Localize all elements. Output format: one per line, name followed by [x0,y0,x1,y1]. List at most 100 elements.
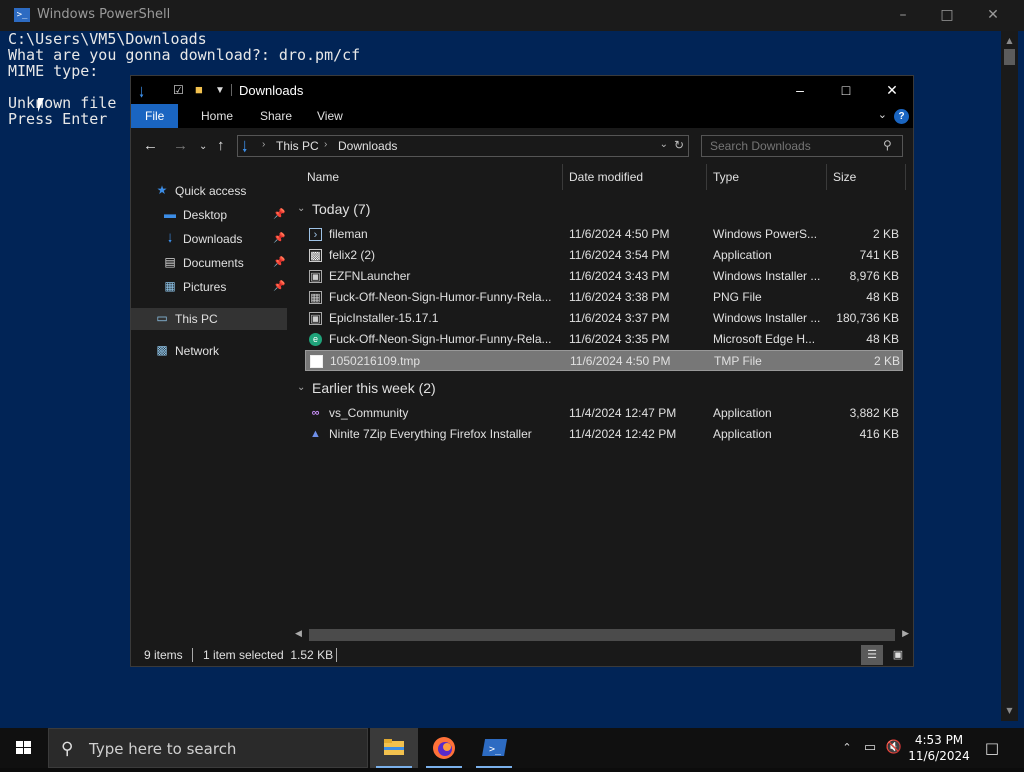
file-row[interactable]: ▣ EpicInstaller-15.17.1 11/6/2024 3:37 P… [305,308,903,329]
minimize-button[interactable]: – [880,0,926,31]
sidebar-item-quick-access[interactable]: ★ Quick access [131,180,287,202]
breadcrumb-separator-icon[interactable]: › [324,139,327,150]
breadcrumb-separator-icon[interactable]: › [262,139,265,150]
status-divider [336,648,337,662]
column-divider[interactable] [562,164,563,190]
folder-icon[interactable]: ■ [195,82,203,97]
pin-icon[interactable]: 📌 [273,228,285,250]
explorer-titlebar[interactable]: 🠓 ☑ ■ ▼ Downloads – □ ✕ [131,76,913,104]
console-line: C:\Users\VM5\Downloads [8,30,207,48]
sidebar-item-documents[interactable]: ▤ Documents 📌 [131,252,287,274]
horizontal-scrollbar[interactable]: ◀ ▶ [291,626,913,642]
sidebar-item-network[interactable]: ▩ Network [131,340,287,362]
file-list[interactable]: Name Date modified Type Size ⌄ Today (7)… [291,164,913,626]
file-date: 11/4/2024 12:47 PM [569,406,677,420]
taskbar-search[interactable]: ⚲ Type here to search [48,728,368,768]
file-row[interactable]: ∞ vs_Community 11/4/2024 12:47 PM Applic… [305,403,903,424]
scrollbar-thumb[interactable] [1004,49,1015,65]
maximize-button[interactable]: □ [823,76,869,104]
address-dropdown-icon[interactable]: ⌄ [660,139,668,150]
pin-icon[interactable]: 📌 [273,252,285,274]
group-header-earlier-this-week[interactable]: ⌄ Earlier this week (2) [291,377,911,399]
tab-view[interactable]: View [303,104,357,128]
file-explorer-icon[interactable] [370,728,418,768]
minimize-button[interactable]: – [777,76,823,104]
maximize-button[interactable]: □ [924,0,970,31]
up-button[interactable]: ↑ [217,137,225,154]
column-divider[interactable] [905,164,906,190]
firefox-icon[interactable] [420,728,468,768]
tab-file[interactable]: File [131,104,179,128]
properties-icon[interactable]: ☑ [173,83,184,97]
scrollbar-thumb[interactable] [309,629,895,641]
large-icons-view-button[interactable]: ▣ [887,645,909,665]
scroll-down-icon[interactable]: ▼ [1001,703,1018,719]
file-name: Ninite 7Zip Everything Firefox Installer [329,427,532,441]
group-header-today[interactable]: ⌄ Today (7) [291,198,911,220]
sidebar-item-pictures[interactable]: ▦ Pictures 📌 [131,276,287,298]
column-divider[interactable] [706,164,707,190]
breadcrumb-this-pc[interactable]: This PC [276,139,319,153]
breadcrumb-downloads[interactable]: Downloads [338,139,397,153]
powershell-icon[interactable]: >_ [470,728,518,768]
sidebar-item-desktop[interactable]: ▬ Desktop 📌 [131,204,287,226]
file-row-selected[interactable]: 1050216109.tmp 11/6/2024 4:50 PM TMP Fil… [305,350,903,371]
clock[interactable]: 4:53 PM 11/6/2024 [906,732,972,764]
volume-muted-icon[interactable]: 🔇 [884,728,904,768]
customize-toolbar-icon[interactable]: ▼ [215,85,225,96]
scroll-up-icon[interactable]: ▲ [1001,33,1018,49]
back-button[interactable]: ← [143,137,158,154]
file-row[interactable]: ▦ Fuck-Off-Neon-Sign-Humor-Funny-Rela...… [305,287,903,308]
svg-text:>_: >_ [489,744,502,755]
column-header-name[interactable]: Name [307,164,339,190]
recent-locations-icon[interactable]: ⌄ [199,141,207,152]
windows-logo-icon [16,741,31,754]
file-type: PNG File [713,290,762,304]
computer-icon: ▭ [156,311,168,325]
pin-icon[interactable]: 📌 [273,204,285,226]
file-row[interactable]: ▩ felix2 (2) 11/6/2024 3:54 PM Applicati… [305,245,903,266]
file-row[interactable]: e Fuck-Off-Neon-Sign-Humor-Funny-Rela...… [305,329,903,350]
console-line: What are you gonna download?: dro.pm/cf [8,46,361,64]
tab-share[interactable]: Share [246,104,306,128]
console-scrollbar[interactable]: ▲ ▼ [1001,31,1018,721]
network-status-icon[interactable]: ▭ [860,728,880,768]
forward-button[interactable]: → [173,137,188,154]
file-row[interactable]: ▣ EZFNLauncher 11/6/2024 3:43 PM Windows… [305,266,903,287]
sidebar-item-this-pc[interactable]: ▭ This PC [131,308,287,330]
file-explorer-window[interactable]: 🠓 ☑ ■ ▼ Downloads – □ ✕ File Home Share … [130,75,914,667]
edge-icon: e [309,333,322,346]
search-icon: ⚲ [61,739,74,759]
start-button[interactable] [0,728,48,768]
expand-ribbon-icon[interactable]: ⌄ [878,108,887,121]
close-button[interactable]: ✕ [869,76,915,104]
tab-home[interactable]: Home [187,104,247,128]
pin-icon[interactable]: 📌 [273,276,285,298]
sidebar-item-label: Downloads [183,232,243,246]
powershell-titlebar[interactable]: >_ Windows PowerShell – □ ✕ [0,0,1024,31]
search-icon[interactable]: ⚲ [883,138,892,152]
file-type: Application [713,248,772,262]
column-header-date[interactable]: Date modified [569,164,643,190]
scroll-left-icon[interactable]: ◀ [295,628,302,639]
search-input[interactable] [701,135,903,157]
group-label: Earlier this week (2) [312,380,436,396]
column-divider[interactable] [826,164,827,190]
help-button[interactable]: ? [894,109,909,124]
notification-icon[interactable]: □ [980,728,1004,768]
ninite-icon: ▲ [310,428,321,440]
file-row[interactable]: › fileman 11/6/2024 4:50 PM Windows Powe… [305,224,903,245]
file-type: Microsoft Edge H... [713,332,816,346]
scroll-right-icon[interactable]: ▶ [902,628,909,639]
column-header-type[interactable]: Type [713,164,739,190]
refresh-icon[interactable]: ↻ [674,138,684,152]
sidebar-item-downloads[interactable]: 🠓 Downloads 📌 [131,228,287,250]
show-hidden-icons-icon[interactable]: ⌃ [838,728,856,768]
file-name: 1050216109.tmp [330,354,421,368]
file-row[interactable]: ▲ Ninite 7Zip Everything Firefox Install… [305,424,903,445]
close-button[interactable]: ✕ [970,0,1016,31]
details-view-button[interactable]: ☰ [861,645,883,665]
clock-time: 4:53 PM [914,733,964,747]
column-header-size[interactable]: Size [833,164,856,190]
address-bar[interactable]: 🠓 › This PC › Downloads ⌄ ↻ [237,135,689,157]
